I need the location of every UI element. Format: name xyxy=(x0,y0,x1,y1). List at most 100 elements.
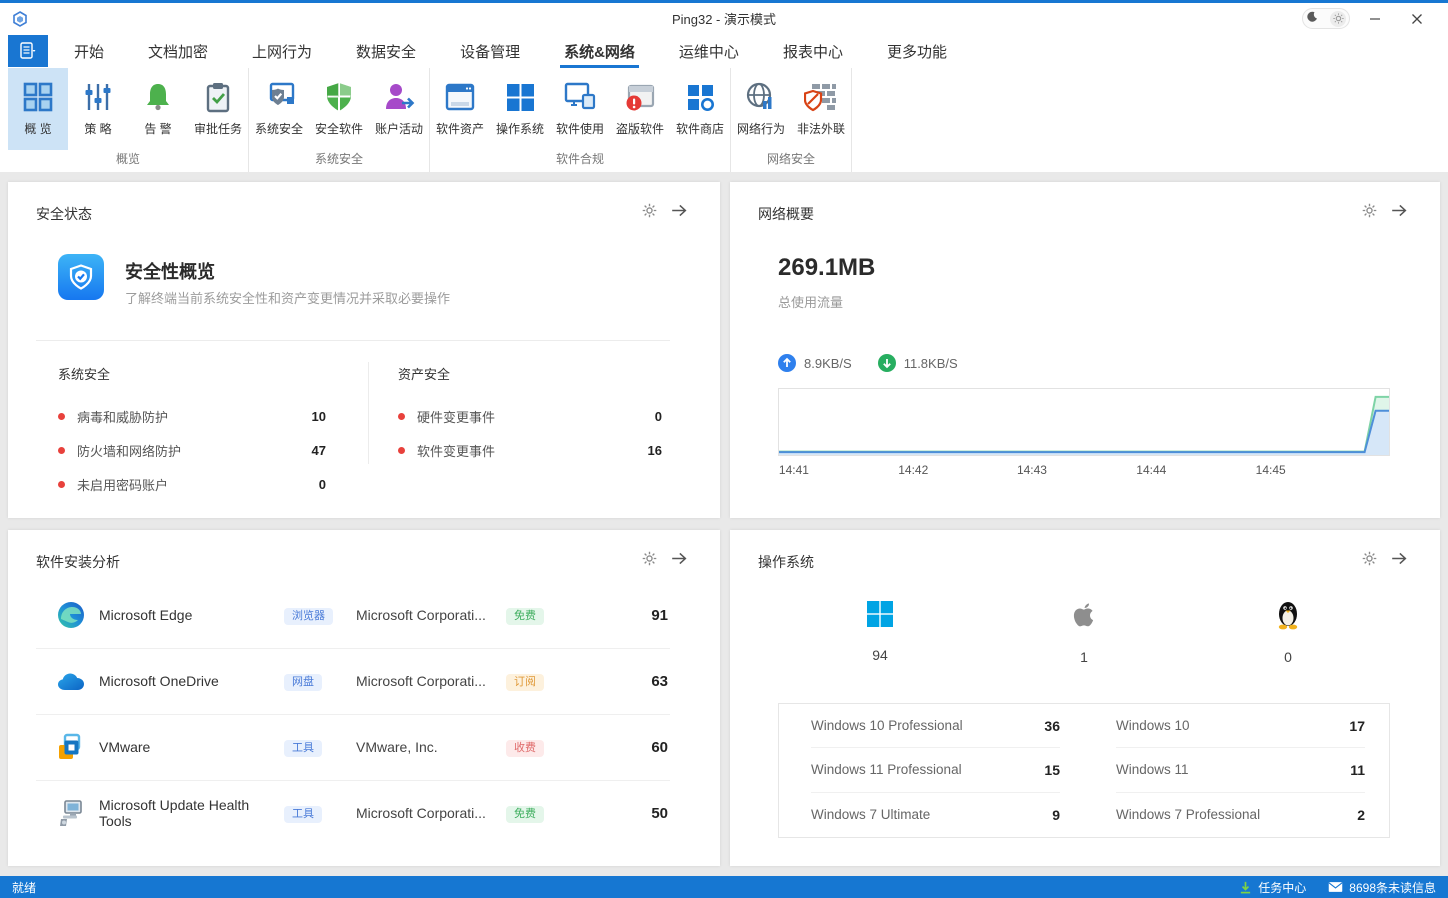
ribbon-item-account-activity[interactable]: 账户活动 xyxy=(369,68,429,150)
gear-icon[interactable] xyxy=(1361,202,1378,224)
os-version-name: Windows 7 Ultimate xyxy=(811,807,930,822)
ribbon-item-label: 系统安全 xyxy=(255,120,303,137)
main-menu-button[interactable] xyxy=(8,35,48,67)
software-name: VMware xyxy=(99,739,284,755)
envelope-icon xyxy=(1328,881,1343,893)
category-tag: 浏览器 xyxy=(284,608,333,625)
security-stat-row[interactable]: 未启用密码账户 0 xyxy=(58,467,326,501)
os-version-row: Windows 11 Professional 15 xyxy=(811,748,1060,792)
license-tag: 免费 xyxy=(506,806,544,823)
gear-icon[interactable] xyxy=(641,202,658,224)
os-version-name: Windows 10 xyxy=(1116,718,1190,733)
divider xyxy=(368,362,369,464)
overview-grid-icon xyxy=(22,81,54,113)
tab-system-network[interactable]: 系统&网络 xyxy=(542,34,657,68)
security-stat-row[interactable]: 病毒和威胁防护 10 xyxy=(58,399,326,433)
ribbon-item-approval-tasks[interactable]: 审批任务 xyxy=(188,68,248,150)
security-stat-row[interactable]: 软件变更事件 16 xyxy=(398,433,662,467)
arrow-right-icon[interactable] xyxy=(670,550,688,572)
ribbon-item-network-behavior[interactable]: 网络行为 xyxy=(731,68,791,150)
ribbon-item-software-usage[interactable]: 软件使用 xyxy=(550,68,610,150)
window-title: Ping32 - 演示模式 xyxy=(0,9,1448,28)
ribbon-item-label: 非法外联 xyxy=(797,120,845,137)
software-row-update-health-tools[interactable]: Microsoft Update Health Tools 工具 Microso… xyxy=(8,780,720,846)
software-row-edge[interactable]: Microsoft Edge 浏览器 Microsoft Corporati..… xyxy=(8,582,720,648)
software-row-onedrive[interactable]: Microsoft OneDrive 网盘 Microsoft Corporat… xyxy=(8,648,720,714)
arrow-right-icon[interactable] xyxy=(1390,550,1408,572)
gear-icon[interactable] xyxy=(641,550,658,572)
ribbon-group-label: 软件合规 xyxy=(430,150,730,172)
close-button[interactable] xyxy=(1400,6,1434,32)
dashboard-content: 安全状态 安全性概览 了解终端当前系统安全性和资产变更情况并采取必要操作 系统安… xyxy=(0,172,1448,876)
ribbon-item-pirated-software[interactable]: 盗版软件 xyxy=(610,68,670,150)
security-shield-icon xyxy=(58,254,104,300)
traffic-chart[interactable] xyxy=(778,388,1390,456)
linux-tux-icon xyxy=(1275,600,1301,635)
tab-home[interactable]: 开始 xyxy=(52,34,126,68)
upload-speed: 8.9KB/S xyxy=(778,354,852,372)
software-vendor: Microsoft Corporati... xyxy=(356,805,506,821)
ribbon-group-software-compliance: 软件资产 操作系统 软件使用 盗版软件 软件商店 软件合规 xyxy=(430,68,731,172)
tab-data-security[interactable]: 数据安全 xyxy=(334,34,438,68)
upload-speed-value: 8.9KB/S xyxy=(804,356,852,371)
tab-web-behavior[interactable]: 上网行为 xyxy=(230,34,334,68)
gear-icon[interactable] xyxy=(1361,550,1378,572)
security-stat-row[interactable]: 硬件变更事件 0 xyxy=(398,399,662,433)
ribbon-item-operating-system[interactable]: 操作系统 xyxy=(490,68,550,150)
software-analysis-panel: 软件安装分析 Microsoft Edge 浏览器 Microsoft Corp… xyxy=(8,530,720,866)
arrow-right-icon[interactable] xyxy=(1390,202,1408,224)
ribbon-item-alert[interactable]: 告 警 xyxy=(128,68,188,150)
stat-value: 47 xyxy=(312,443,326,458)
speed-indicators: 8.9KB/S 11.8KB/S xyxy=(778,354,958,372)
tab-ops-center[interactable]: 运维中心 xyxy=(657,34,761,68)
ribbon-item-label: 网络行为 xyxy=(737,120,785,137)
ribbon-item-label: 告 警 xyxy=(144,120,171,137)
chart-tick-label: 14:43 xyxy=(1017,463,1047,477)
minimize-button[interactable] xyxy=(1358,6,1392,32)
unread-messages-button[interactable]: 8698条未读信息 xyxy=(1328,879,1436,896)
platform-windows: 94 xyxy=(778,600,982,665)
stat-label: 软件变更事件 xyxy=(417,441,648,460)
red-dot-icon xyxy=(58,481,65,488)
operating-system-panel: 操作系统 94 1 0 Windows 10 Professional 36 xyxy=(730,530,1440,866)
os-version-row: Windows 7 Professional 2 xyxy=(1116,793,1365,837)
ribbon-item-software-store[interactable]: 软件商店 xyxy=(670,68,730,150)
ribbon-item-software-asset[interactable]: 软件资产 xyxy=(430,68,490,150)
install-count: 50 xyxy=(586,805,668,822)
apple-logo-icon xyxy=(1071,600,1097,635)
software-vendor: Microsoft Corporati... xyxy=(356,607,506,623)
download-speed: 11.8KB/S xyxy=(878,354,958,372)
ribbon-item-policy[interactable]: 策 略 xyxy=(68,68,128,150)
tab-device-mgmt[interactable]: 设备管理 xyxy=(438,34,542,68)
app-window-icon xyxy=(444,81,476,113)
os-version-row: Windows 11 11 xyxy=(1116,748,1365,792)
column-title: 系统安全 xyxy=(58,364,326,383)
software-row-vmware[interactable]: VMware 工具 VMware, Inc. 收费 60 xyxy=(8,714,720,780)
install-count: 91 xyxy=(586,607,668,624)
ribbon-group-system-security: 系统安全 安全软件 账户活动 系统安全 xyxy=(249,68,430,172)
os-version-count: 15 xyxy=(1044,762,1060,778)
ribbon-item-overview[interactable]: 概 览 xyxy=(8,68,68,150)
windows-logo-icon xyxy=(866,600,894,633)
arrow-right-icon[interactable] xyxy=(670,202,688,224)
sliders-icon xyxy=(82,81,114,113)
theme-toggle[interactable] xyxy=(1302,8,1350,29)
network-summary-panel: 网络概要 269.1MB 总使用流量 8.9KB/S 11.8KB/S 14:4… xyxy=(730,182,1440,518)
os-platform-counts: 94 1 0 xyxy=(778,600,1390,665)
upload-icon xyxy=(778,354,796,372)
tab-more-features[interactable]: 更多功能 xyxy=(865,34,969,68)
status-ready: 就绪 xyxy=(12,879,36,896)
chart-tick-label: 14:45 xyxy=(1256,463,1286,477)
tab-report-center[interactable]: 报表中心 xyxy=(761,34,865,68)
ribbon-item-security-software[interactable]: 安全软件 xyxy=(309,68,369,150)
security-stat-row[interactable]: 防火墙和网络防护 47 xyxy=(58,433,326,467)
ribbon-item-system-security[interactable]: 系统安全 xyxy=(249,68,309,150)
red-dot-icon xyxy=(58,447,65,454)
stat-label: 防火墙和网络防护 xyxy=(77,441,312,460)
task-center-button[interactable]: 任务中心 xyxy=(1239,879,1306,896)
software-name: Microsoft Edge xyxy=(99,607,284,623)
tab-doc-encrypt[interactable]: 文档加密 xyxy=(126,34,230,68)
software-name: Microsoft OneDrive xyxy=(99,673,284,689)
ribbon-item-illegal-connection[interactable]: 非法外联 xyxy=(791,68,851,150)
ribbon-group-network-security: 网络行为 非法外联 网络安全 xyxy=(731,68,852,172)
